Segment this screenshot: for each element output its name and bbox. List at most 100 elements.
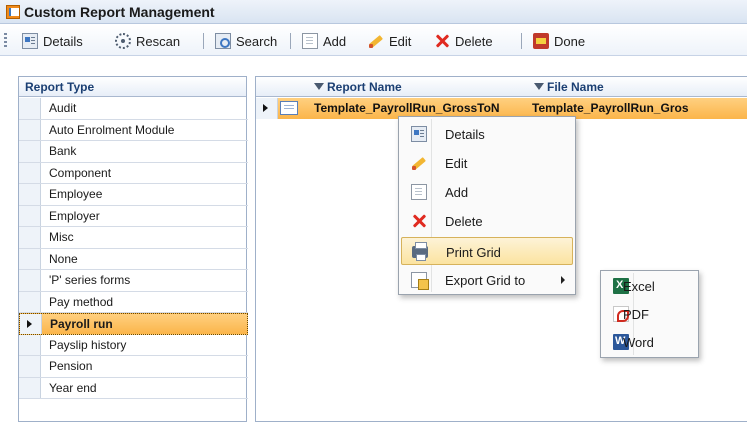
export-icon: [411, 272, 429, 290]
edit-icon: [411, 155, 427, 171]
column-header-label: Report Name: [327, 79, 402, 94]
cell-file-name: Template_PayrollRun_Gros: [532, 101, 689, 115]
menu-item-delete[interactable]: Delete: [401, 207, 573, 235]
report-type-label: Component: [49, 165, 112, 180]
search-icon: [215, 33, 231, 49]
details-label: Details: [43, 33, 83, 49]
search-button[interactable]: Search: [215, 31, 277, 51]
current-row-arrow-icon: [263, 104, 268, 112]
done-label: Done: [554, 33, 586, 49]
submenu-item-word[interactable]: Word: [603, 328, 696, 356]
report-type-label: Employer: [49, 208, 100, 223]
report-type-label: Pension: [49, 359, 93, 373]
edit-label: Edit: [389, 33, 412, 49]
add-button[interactable]: Add: [302, 31, 346, 51]
delete-icon: [434, 33, 450, 49]
report-document-icon: [280, 101, 298, 115]
edit-button[interactable]: Edit: [368, 31, 411, 51]
report-type-label: Payslip history: [49, 337, 127, 352]
report-type-label: Bank: [49, 144, 77, 158]
delete-icon: [411, 213, 427, 229]
row-indicator: [19, 291, 41, 312]
report-type-item[interactable]: Audit: [19, 98, 248, 120]
submenu-item-excel[interactable]: Excel: [603, 272, 696, 300]
row-indicator: [19, 227, 41, 248]
filter-icon[interactable]: [314, 83, 324, 90]
menu-item-label: Details: [445, 127, 485, 142]
details-button[interactable]: Details: [22, 31, 83, 51]
submenu-arrow-icon: [561, 276, 565, 284]
window-title: Custom Report Management: [24, 4, 215, 20]
current-row-arrow-icon: [27, 320, 32, 328]
report-type-item[interactable]: None: [19, 248, 248, 270]
toolbar-grip[interactable]: [4, 33, 7, 49]
report-type-item[interactable]: Employer: [19, 205, 248, 227]
details-icon: [22, 33, 38, 49]
search-label: Search: [236, 33, 278, 49]
report-app-icon: [6, 5, 20, 19]
column-header-label: File Name: [547, 79, 604, 94]
add-icon: [411, 184, 427, 200]
report-type-header-label: Report Type: [25, 79, 95, 94]
details-icon: [411, 126, 427, 142]
row-indicator: [19, 356, 41, 377]
menu-item-edit[interactable]: Edit: [401, 149, 573, 177]
submenu-item-label: Excel: [623, 279, 655, 294]
done-button[interactable]: Done: [533, 31, 585, 51]
edit-icon: [368, 33, 384, 49]
menu-item-label: Export Grid to: [445, 273, 526, 288]
done-icon: [533, 33, 549, 49]
report-type-label: Auto Enrolment Module: [49, 122, 175, 137]
row-indicator: [19, 270, 41, 291]
add-icon: [302, 33, 318, 49]
report-type-item[interactable]: 'P' series forms: [19, 270, 248, 292]
report-type-item[interactable]: Auto Enrolment Module: [19, 119, 248, 141]
report-type-label: Misc: [49, 230, 74, 244]
menu-item-label: Delete: [445, 214, 483, 229]
row-indicator: [19, 119, 41, 140]
column-header-file-name[interactable]: File Name: [518, 77, 747, 97]
row-indicator: [19, 205, 41, 226]
filter-icon[interactable]: [534, 83, 544, 90]
row-indicator: [19, 162, 41, 183]
report-type-item[interactable]: Misc: [19, 227, 248, 249]
report-type-label: Employee: [49, 187, 103, 201]
report-type-label: Audit: [49, 101, 77, 115]
report-type-item[interactable]: Component: [19, 162, 248, 184]
toolbar-separator: [521, 33, 522, 49]
row-indicator: [19, 248, 41, 269]
print-icon: [412, 242, 428, 261]
export-submenu: Excel PDF Word: [600, 270, 699, 358]
menu-item-add[interactable]: Add: [401, 178, 573, 206]
row-indicator: [19, 334, 41, 355]
column-header-report-name[interactable]: Report Name: [278, 77, 518, 97]
delete-button[interactable]: Delete: [434, 31, 493, 51]
row-indicator: [19, 141, 41, 162]
submenu-item-pdf[interactable]: PDF: [603, 300, 696, 328]
rescan-label: Rescan: [136, 33, 181, 49]
report-type-item[interactable]: Pension: [19, 356, 248, 378]
menu-item-export-grid[interactable]: Export Grid to: [401, 266, 573, 294]
row-indicator: [256, 98, 278, 119]
row-indicator: [19, 98, 41, 119]
report-type-item[interactable]: Pay method: [19, 291, 248, 313]
report-type-item[interactable]: Payslip history: [19, 334, 248, 356]
row-indicator: [19, 377, 41, 398]
rescan-icon: [115, 33, 131, 49]
report-type-item-selected[interactable]: Payroll run: [19, 313, 248, 335]
delete-label: Delete: [455, 33, 493, 49]
report-type-item[interactable]: Bank: [19, 141, 248, 163]
menu-item-print-grid[interactable]: Print Grid: [401, 237, 573, 265]
report-type-item[interactable]: Year end: [19, 377, 248, 399]
toolbar: Details Rescan Search Add Edit Delete Do…: [0, 25, 747, 56]
menu-item-details[interactable]: Details: [401, 120, 573, 148]
menu-item-label: Add: [445, 185, 469, 200]
submenu-item-label: Word: [623, 335, 654, 350]
grid-corner-header: [256, 77, 278, 97]
title-bar: Custom Report Management: [0, 0, 747, 24]
report-type-header[interactable]: Report Type: [19, 77, 246, 97]
rescan-button[interactable]: Rescan: [115, 31, 180, 51]
report-type-item[interactable]: Employee: [19, 184, 248, 206]
cell-report-name: Template_PayrollRun_GrossToN: [314, 101, 500, 115]
report-type-label: Pay method: [49, 294, 114, 309]
